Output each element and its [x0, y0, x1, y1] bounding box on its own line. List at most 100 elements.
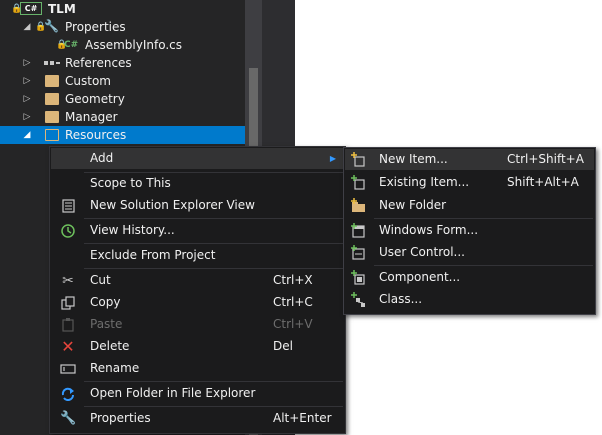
menu-item-label: New Folder — [379, 198, 447, 212]
menu-separator — [84, 406, 343, 407]
menu-item-label: Class... — [379, 292, 423, 306]
menu-item-shortcut: Ctrl+C — [273, 295, 313, 309]
menu-item-label: User Control... — [379, 245, 465, 259]
menu-item-label: Open Folder in File Explorer — [90, 386, 256, 400]
menu-separator — [374, 218, 593, 219]
folder-icon — [45, 93, 59, 105]
menu-item-label: Properties — [90, 411, 151, 425]
menu-separator — [84, 218, 343, 219]
copy-icon — [60, 295, 76, 311]
expanded-arrow-icon[interactable]: ◢ — [22, 18, 32, 36]
menu-item-label: Rename — [90, 361, 140, 375]
component-icon — [350, 270, 366, 286]
open-folder-icon — [45, 129, 59, 141]
csharp-project-icon: C# — [20, 2, 42, 15]
rename-icon — [60, 361, 76, 377]
wrench-icon: 🔧 — [44, 19, 59, 33]
tree-item-project[interactable]: 🔒 C# TLM — [0, 0, 245, 18]
tree-item-assemblyinfo[interactable]: 🔒 C# AssemblyInfo.cs — [0, 36, 245, 54]
tree-item-label: Geometry — [65, 92, 125, 106]
tree-item-label: Resources — [65, 128, 127, 142]
new-explorer-view-icon — [60, 198, 76, 214]
tree-item-properties[interactable]: ◢ 🔒 🔧 Properties — [0, 18, 245, 36]
menu-item-label: Add — [90, 151, 114, 165]
menu-item-shortcut: Ctrl+Shift+A — [507, 152, 584, 166]
menu-item-shortcut: Ctrl+V — [273, 317, 313, 331]
menu-item-properties[interactable]: 🔧 Properties Alt+Enter — [51, 408, 344, 429]
menu-item-scope-to-this[interactable]: Scope to This — [51, 173, 344, 194]
new-folder-icon — [350, 198, 366, 214]
add-submenu: New Item... Ctrl+Shift+A Existing Item..… — [343, 147, 596, 315]
tree-item-resources[interactable]: ◢ Resources — [0, 126, 245, 144]
history-icon — [60, 223, 76, 239]
menu-item-label: Component... — [379, 270, 461, 284]
menu-item-shortcut: Del — [273, 339, 293, 353]
user-control-icon — [350, 245, 366, 261]
expanded-arrow-icon[interactable]: ◢ — [22, 126, 32, 144]
menu-item-label: New Solution Explorer View — [90, 198, 255, 212]
menu-item-label: Exclude From Project — [90, 248, 216, 262]
collapsed-arrow-icon[interactable]: ▷ — [22, 54, 32, 72]
menu-item-add[interactable]: Add ▶ — [51, 148, 344, 169]
menu-item-paste: Paste Ctrl+V — [51, 314, 344, 335]
windows-form-icon — [350, 223, 366, 239]
submenu-arrow-icon: ▶ — [329, 154, 336, 163]
menu-item-view-history[interactable]: View History... — [51, 220, 344, 241]
folder-icon — [45, 75, 59, 87]
menu-item-cut[interactable]: ✂ Cut Ctrl+X — [51, 270, 344, 291]
tree-item-label: Properties — [65, 20, 126, 34]
menu-separator — [84, 243, 343, 244]
tree-item-label: Manager — [65, 110, 118, 124]
submenu-item-class[interactable]: Class... — [345, 289, 594, 310]
submenu-item-new-folder[interactable]: New Folder — [345, 195, 594, 216]
menu-item-label: Cut — [90, 273, 111, 287]
menu-item-shortcut: Ctrl+X — [273, 273, 313, 287]
menu-item-rename[interactable]: Rename — [51, 358, 344, 379]
scissors-icon: ✂ — [62, 273, 74, 289]
menu-item-copy[interactable]: Copy Ctrl+C — [51, 292, 344, 313]
submenu-item-windows-form[interactable]: Windows Form... — [345, 220, 594, 241]
menu-item-label: New Item... — [379, 152, 448, 166]
paste-icon — [60, 317, 76, 333]
menu-item-label: Copy — [90, 295, 121, 309]
submenu-item-new-item[interactable]: New Item... Ctrl+Shift+A — [345, 149, 594, 170]
tree-item-label: TLM — [48, 2, 76, 16]
submenu-item-existing-item[interactable]: Existing Item... Shift+Alt+A — [345, 172, 594, 193]
new-item-icon — [350, 152, 366, 168]
menu-separator — [84, 381, 343, 382]
tree-item-manager[interactable]: ▷ Manager — [0, 108, 245, 126]
menu-item-exclude-from-project[interactable]: Exclude From Project — [51, 245, 344, 266]
tree-item-custom[interactable]: ▷ Custom — [0, 72, 245, 90]
submenu-item-component[interactable]: Component... — [345, 267, 594, 288]
tree-item-label: References — [65, 56, 132, 70]
wrench-icon: 🔧 — [60, 411, 77, 426]
class-icon — [350, 292, 366, 308]
menu-item-label: Existing Item... — [379, 175, 470, 189]
csharp-file-icon: C# — [64, 40, 79, 50]
references-icon — [44, 61, 60, 65]
context-menu: Add ▶ Scope to This New Solution Explore… — [49, 146, 346, 434]
menu-separator — [84, 268, 343, 269]
refresh-arrow-icon — [60, 386, 76, 402]
menu-item-delete[interactable]: ✕ Delete Del — [51, 336, 344, 357]
menu-item-label: Delete — [90, 339, 130, 353]
tree-item-geometry[interactable]: ▷ Geometry — [0, 90, 245, 108]
menu-item-label: Paste — [90, 317, 123, 331]
menu-item-label: View History... — [90, 223, 175, 237]
menu-item-open-folder-in-file-explorer[interactable]: Open Folder in File Explorer — [51, 383, 344, 404]
menu-item-label: Windows Form... — [379, 223, 479, 237]
tree-item-references[interactable]: ▷ References — [0, 54, 245, 72]
collapsed-arrow-icon[interactable]: ▷ — [22, 72, 32, 90]
menu-item-label: Scope to This — [90, 176, 171, 190]
menu-separator — [374, 265, 593, 266]
folder-icon — [45, 111, 59, 123]
collapsed-arrow-icon[interactable]: ▷ — [22, 90, 32, 108]
collapsed-arrow-icon[interactable]: ▷ — [22, 108, 32, 126]
delete-x-icon: ✕ — [61, 337, 75, 356]
menu-item-new-solution-explorer-view[interactable]: New Solution Explorer View — [51, 195, 344, 216]
submenu-item-user-control[interactable]: User Control... — [345, 242, 594, 263]
menu-item-shortcut: Alt+Enter — [273, 411, 332, 425]
menu-item-shortcut: Shift+Alt+A — [507, 175, 579, 189]
existing-item-icon — [350, 175, 366, 191]
tree-item-label: AssemblyInfo.cs — [85, 38, 183, 52]
